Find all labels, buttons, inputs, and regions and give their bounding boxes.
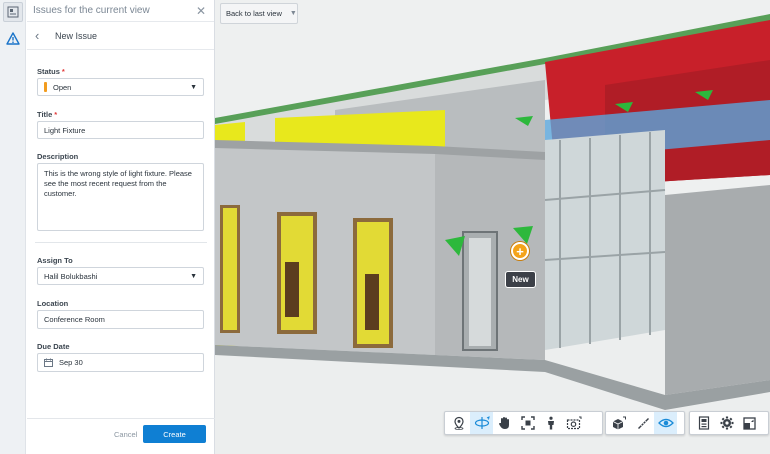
assign-to-label: Assign To [37,256,73,265]
location-pin-icon[interactable] [447,412,470,434]
visibility-eye-icon[interactable] [654,412,677,434]
location-input[interactable]: Conference Room [37,310,204,329]
orbit-icon[interactable] [470,412,493,434]
issues-panel: Issues for the current view ✕ ‹ New Issu… [27,0,215,454]
new-issue-tag: New [505,271,536,288]
chevron-down-icon: ▼ [190,272,197,280]
title-label-text: Title [37,110,53,119]
back-to-last-view-label: Back to last view [226,9,282,18]
building-model-render [215,0,770,454]
fit-view-icon[interactable] [516,412,539,434]
create-button[interactable]: Create [143,425,206,443]
fullscreen-icon[interactable] [738,412,761,434]
pan-hand-icon[interactable] [493,412,516,434]
new-issue-header: ‹ New Issue [27,22,214,50]
panel-title: Issues for the current view [33,5,150,16]
new-issue-title: New Issue [55,30,98,41]
description-value: This is the wrong style of light fixture… [44,169,192,198]
status-label: Status * [37,67,65,76]
assign-to-value: Halil Bolukbashi [44,271,98,281]
first-person-icon[interactable] [539,412,562,434]
panel-header: Issues for the current view ✕ [27,0,214,22]
title-input[interactable]: Light Fixture [37,121,204,139]
issue-pin-marker[interactable]: + [511,242,529,260]
measure-icon[interactable] [631,412,654,434]
divider [35,242,207,243]
explode-model-icon[interactable] [608,412,631,434]
calendar-icon [44,358,53,367]
description-textarea[interactable]: This is the wrong style of light fixture… [37,163,204,231]
status-color-dot [44,82,47,92]
left-icon-rail [0,0,26,454]
title-value: Light Fixture [44,125,86,135]
chevron-down-icon: ▼ [289,10,297,17]
chevron-down-icon: ▼ [190,83,197,91]
back-to-last-view-button[interactable]: Back to last view ▼ [220,3,298,24]
due-date-input[interactable]: Sep 30 [37,353,204,372]
status-value: Open [53,82,72,92]
views-panel-icon[interactable] [3,2,23,22]
navigation-toolbar [444,411,603,435]
required-mark: * [61,67,65,76]
model-tools-toolbar [605,411,685,435]
model-viewport[interactable]: Back to last view ▼ + New [215,0,770,454]
back-chevron-icon[interactable]: ‹ [35,28,49,43]
camera-icon[interactable] [562,412,585,434]
location-label: Location [37,299,69,308]
issues-warning-icon[interactable] [3,28,23,48]
due-date-value: Sep 30 [59,358,83,367]
settings-gear-icon[interactable] [715,412,738,434]
status-select[interactable]: Open ▼ [37,78,204,96]
settings-toolbar [689,411,769,435]
assign-to-select[interactable]: Halil Bolukbashi ▼ [37,267,204,285]
close-icon[interactable]: ✕ [194,4,208,18]
required-mark: * [54,110,58,119]
panel-footer: Cancel Create [27,418,215,454]
cancel-button[interactable]: Cancel [114,430,137,439]
location-value: Conference Room [44,315,105,324]
model-browser-icon[interactable] [692,412,715,434]
status-label-text: Status [37,67,60,76]
title-label: Title * [37,110,57,119]
description-label: Description [37,152,79,161]
due-date-label: Due Date [37,342,70,351]
